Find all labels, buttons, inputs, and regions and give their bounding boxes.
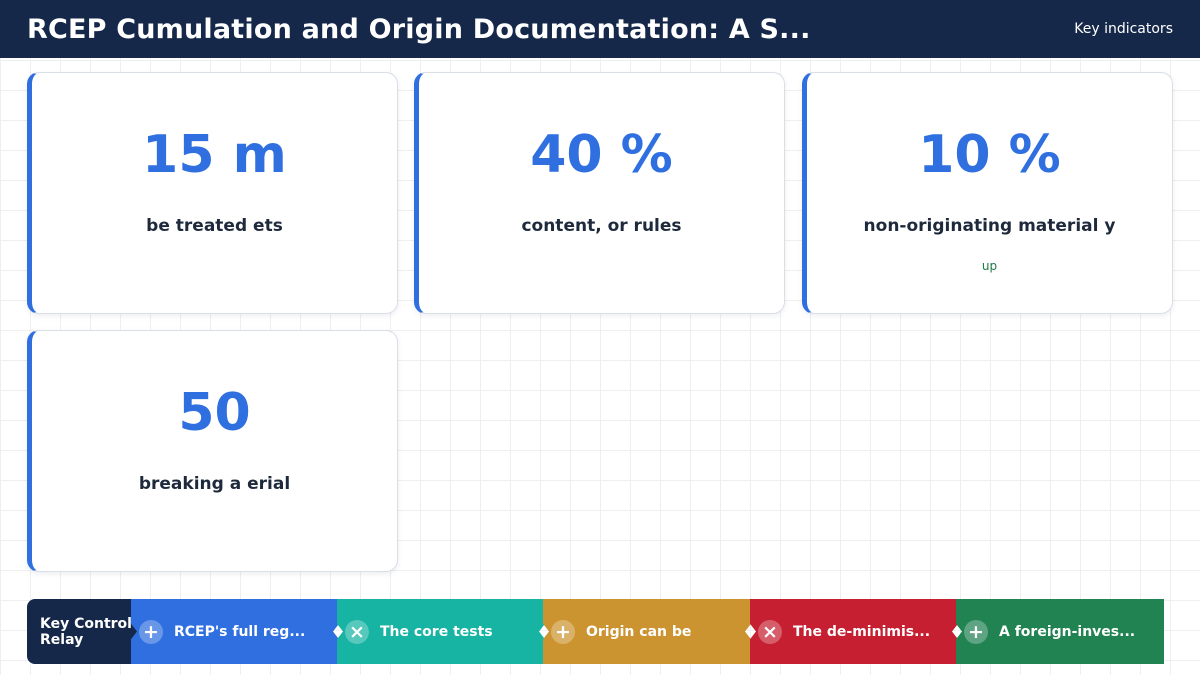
indicator-label: non-originating material y [863, 216, 1116, 236]
header-bar: RCEP Cumulation and Origin Documentation… [0, 0, 1200, 58]
plus-icon: + [964, 619, 988, 644]
indicator-value: 50 [178, 383, 251, 443]
relay-step-4[interactable]: × The de-minimis... [750, 599, 958, 664]
key-indicators-label: Key indicators [1074, 21, 1173, 37]
relay-step-3[interactable]: + Origin can be [543, 599, 751, 664]
indicator-label: breaking a erial [138, 474, 291, 494]
indicator-card-1: 15 m be treated ets [27, 72, 398, 314]
indicator-card-3: 10 % non-originating material y up [802, 72, 1173, 314]
indicator-label: be treated ets [146, 216, 283, 236]
plus-icon: + [139, 620, 163, 644]
indicator-value: 40 % [530, 125, 673, 185]
page-title: RCEP Cumulation and Origin Documentation… [27, 13, 811, 45]
indicator-value: 15 m [142, 125, 287, 185]
relay-title: Key Control Relay [27, 599, 137, 664]
relay-step-1[interactable]: + RCEP's full reg... [131, 599, 339, 664]
close-icon: × [345, 620, 369, 644]
close-icon: × [758, 620, 782, 644]
relay-step-label: RCEP's full reg... [174, 623, 306, 640]
relay-step-5[interactable]: + A foreign-inves... [956, 599, 1164, 664]
indicator-value: 10 % [918, 125, 1061, 185]
relay-step-label: The de-minimis... [793, 623, 931, 640]
indicator-label: content, or rules [521, 216, 682, 236]
relay-step-label: A foreign-inves... [999, 623, 1136, 640]
relay-step-label: The core tests [380, 623, 493, 640]
indicator-trend-label: up [981, 259, 998, 273]
relay-step-2[interactable]: × The core tests [337, 599, 545, 664]
indicator-card-4: 50 breaking a erial [27, 330, 398, 572]
plus-icon: + [551, 620, 575, 644]
indicator-card-2: 40 % content, or rules [414, 72, 785, 314]
relay-step-label: Origin can be [586, 623, 692, 640]
